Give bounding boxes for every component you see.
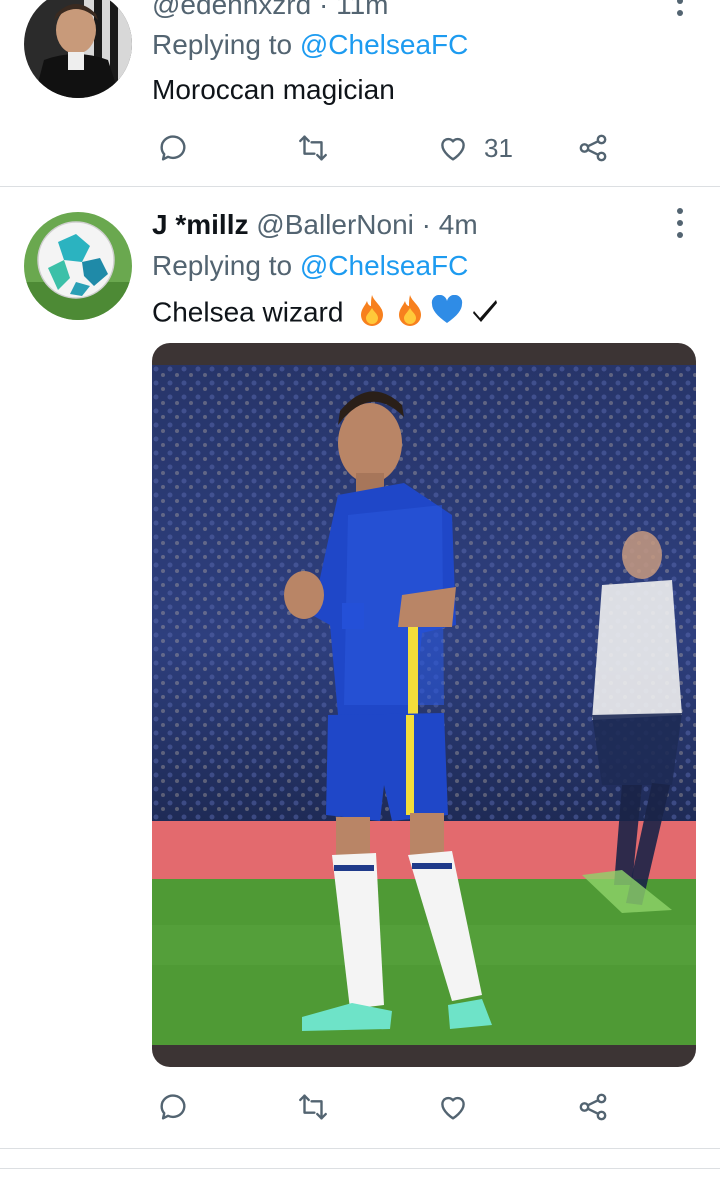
retweet-icon xyxy=(299,1094,327,1120)
retweet-icon xyxy=(299,135,327,161)
tweet-text: Moroccan magician xyxy=(152,74,395,105)
tweet-media-image[interactable] xyxy=(152,343,696,1067)
reply-icon xyxy=(160,1094,186,1120)
replying-prefix: Replying to xyxy=(152,250,293,281)
user-handle[interactable]: @edennxzrd xyxy=(152,0,311,20)
action-bar: 31 xyxy=(152,128,632,168)
retweet-button[interactable] xyxy=(296,1087,344,1127)
replying-prefix: Replying to xyxy=(152,29,293,60)
avatar[interactable] xyxy=(24,0,132,98)
reply-button[interactable] xyxy=(156,128,204,168)
divider xyxy=(0,1148,720,1149)
like-icon xyxy=(441,1096,465,1120)
tweet-header: J *millz @BallerNoni · 4m xyxy=(152,208,478,242)
timestamp[interactable]: · 11m xyxy=(319,0,389,20)
mention-link[interactable]: @ChelseaFC xyxy=(300,29,468,60)
avatar[interactable] xyxy=(24,212,132,320)
mention-link[interactable]: @ChelseaFC xyxy=(300,250,468,281)
share-button[interactable] xyxy=(576,128,610,168)
user-handle[interactable]: @BallerNoni xyxy=(256,209,414,240)
replying-to: Replying to @ChelseaFC xyxy=(152,249,468,283)
retweet-button[interactable] xyxy=(296,128,344,168)
reply-button[interactable] xyxy=(156,1087,204,1127)
share-icon xyxy=(579,134,607,162)
more-icon[interactable] xyxy=(674,208,686,238)
like-button[interactable] xyxy=(436,1087,484,1127)
tweet-text-row: Chelsea wizard xyxy=(152,294,499,334)
divider xyxy=(0,1168,720,1169)
share-icon xyxy=(579,1093,607,1121)
check-mark-emoji xyxy=(471,296,499,332)
like-icon xyxy=(441,137,465,161)
timestamp[interactable]: · 4m xyxy=(422,209,478,240)
reply-icon xyxy=(160,135,186,161)
tweet-1[interactable]: @edennxzrd · 11m Replying to @ChelseaFC … xyxy=(0,0,720,186)
replying-to: Replying to @ChelseaFC xyxy=(152,28,468,62)
tweet-text: Chelsea wizard xyxy=(152,296,344,328)
action-bar xyxy=(152,1087,632,1127)
fire-emoji xyxy=(397,294,423,334)
like-count: 31 xyxy=(484,132,513,163)
display-name[interactable]: J *millz xyxy=(152,209,248,240)
fire-emoji xyxy=(359,294,385,334)
share-button[interactable] xyxy=(576,1087,610,1127)
like-button[interactable]: 31 xyxy=(436,128,513,168)
blue-heart-emoji xyxy=(431,294,463,333)
more-icon[interactable] xyxy=(674,0,686,16)
tweet-header: @edennxzrd · 11m xyxy=(152,0,388,22)
